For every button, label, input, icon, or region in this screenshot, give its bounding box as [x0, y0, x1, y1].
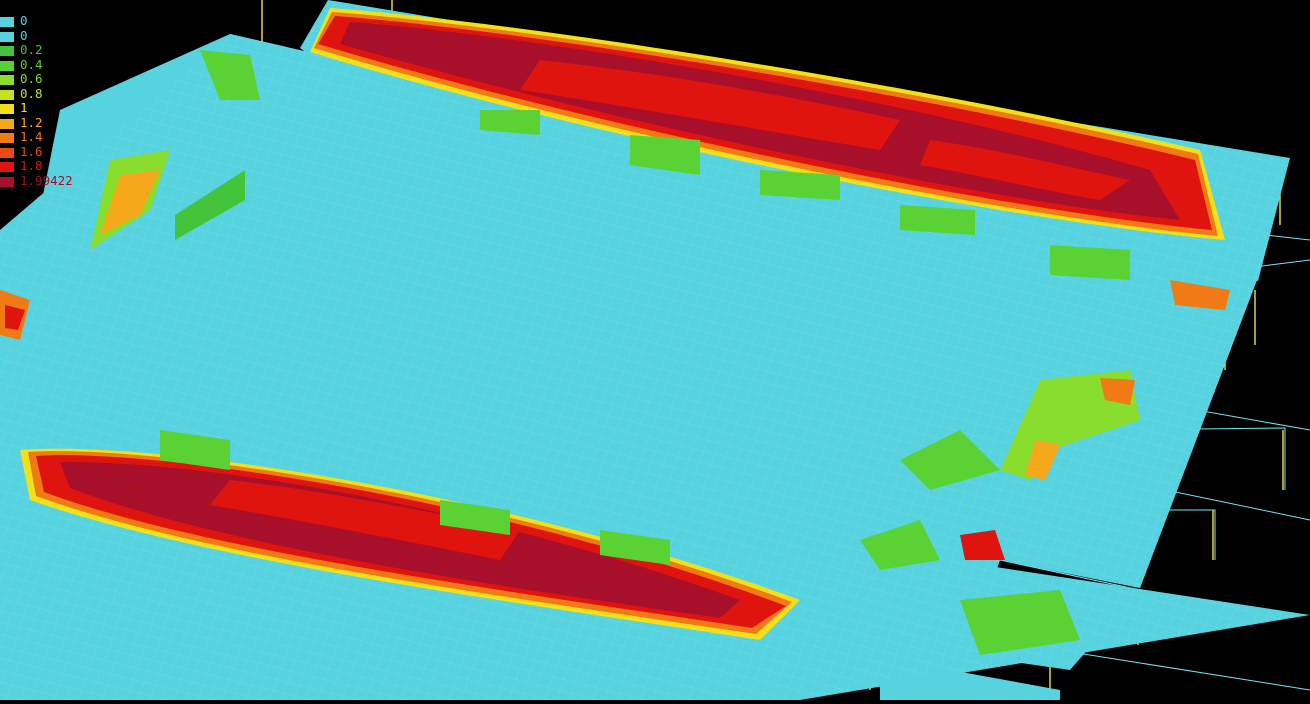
legend-swatch	[0, 31, 14, 42]
contour-plot[interactable]	[0, 0, 1310, 700]
legend-label: 0.6	[20, 71, 43, 86]
legend-label: 0.8	[20, 85, 43, 101]
legend-swatch	[0, 104, 14, 114]
legend-label: 1.8	[20, 158, 43, 173]
legend-swatch	[0, 133, 14, 143]
legend-swatch	[0, 118, 14, 129]
legend-label: 1.99422	[20, 172, 73, 188]
legend-swatch	[0, 60, 14, 71]
legend-label: 0.4	[20, 56, 43, 72]
legend-swatch	[0, 176, 14, 187]
legend-label: 1	[20, 100, 28, 115]
legend-swatch	[0, 147, 14, 158]
legend-swatch	[0, 162, 14, 172]
legend-swatch	[0, 75, 14, 85]
legend-swatch	[0, 89, 14, 100]
legend-label: 0.2	[20, 42, 43, 57]
legend-swatch	[0, 17, 14, 27]
legend-label: 0	[20, 13, 28, 28]
legend-label: 0	[20, 27, 28, 43]
legend-swatch	[0, 46, 14, 56]
legend-label: 1.2	[20, 114, 43, 130]
legend-label: 1.4	[20, 129, 43, 144]
model-viewport[interactable]: 0 0 0.2 0.4 0.6 0.8 1 1.2 1.4 1.6 1.8 1.99422	[0, 0, 1310, 700]
legend-label: 1.6	[20, 143, 43, 159]
